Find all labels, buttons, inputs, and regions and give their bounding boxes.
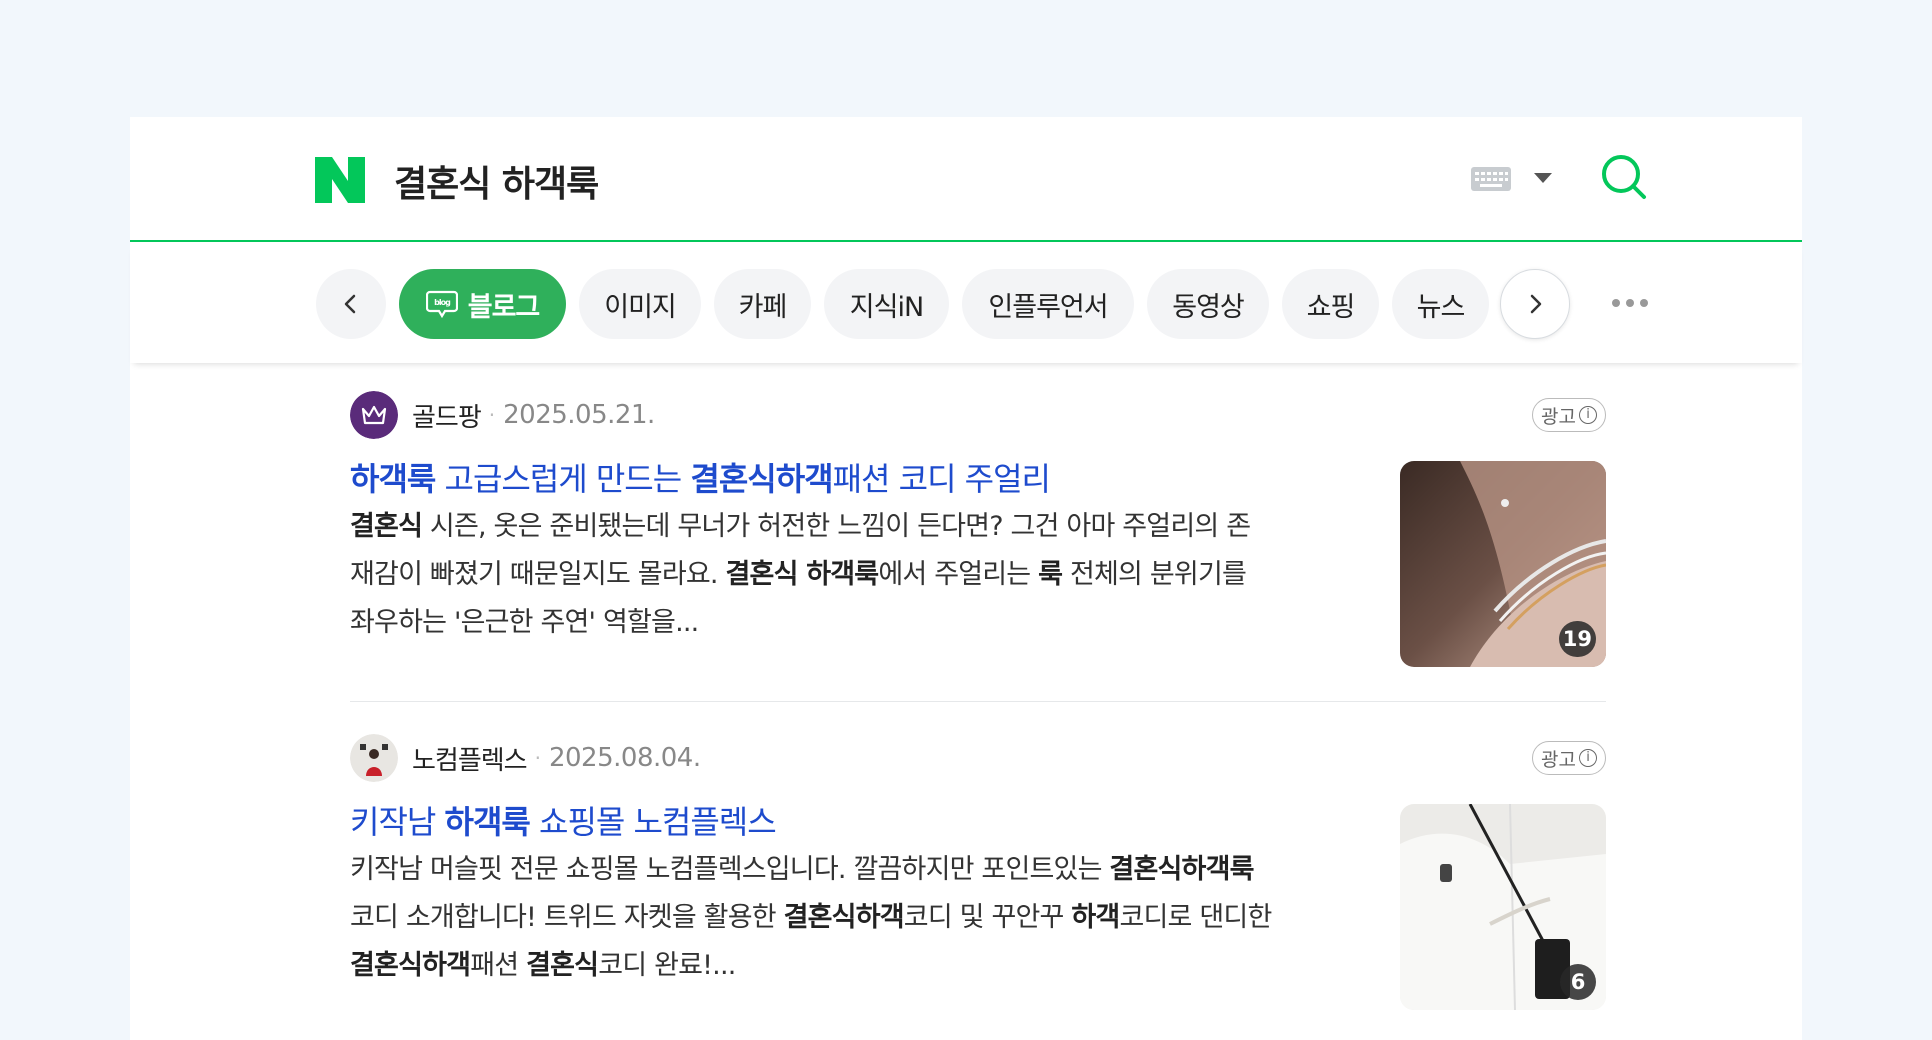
search-header: 결혼식 하객룩 — [130, 117, 1802, 242]
result-thumbnail[interactable]: 6 — [1400, 804, 1606, 1010]
blog-icon: blog — [425, 290, 458, 319]
tab-cafe-label: 카페 — [738, 291, 788, 323]
tab-kin-label: 지식iN — [849, 291, 924, 323]
avatar[interactable] — [350, 734, 398, 782]
profile-photo-icon — [350, 734, 398, 782]
separator-dot: · — [534, 746, 541, 770]
tab-blog[interactable]: blog 블로그 — [399, 269, 566, 339]
title-highlight: 하객룩 — [444, 803, 531, 841]
desc-line: 결혼식 시즌, 옷은 준비됐는데 무너가 허전한 느낌이 든다면? 그건 아마 … — [350, 511, 1251, 542]
chevron-right-icon — [1530, 294, 1542, 314]
tab-images-label: 이미지 — [604, 291, 677, 323]
result-thumbnail[interactable]: 19 — [1400, 461, 1606, 667]
desc-line: 키작남 머슬핏 전문 쇼핑몰 노컴플렉스입니다. 깔끔하지만 포인트있는 결혼식… — [350, 854, 1254, 885]
result-title[interactable]: 키작남 하객룩 쇼핑몰 노컴플렉스 — [350, 797, 777, 843]
desc-line: 재감이 빠졌기 때문일지도 몰라요. 결혼식 하객룩에서 주얼리는 룩 전체의 … — [350, 559, 1247, 590]
tab-shopping-label: 쇼핑 — [1306, 291, 1356, 323]
more-icon[interactable] — [1610, 297, 1650, 309]
title-text: 쇼핑몰 노컴플렉스 — [529, 803, 777, 841]
result-author-row: 노컴플렉스 · 2025.08.04. — [350, 734, 701, 782]
author-name[interactable]: 노컴플렉스 — [412, 740, 528, 777]
tab-influencer[interactable]: 인플루언서 — [962, 269, 1134, 339]
keyboard-dropdown-icon[interactable] — [1534, 173, 1552, 183]
tabs-next-button[interactable] — [1500, 269, 1570, 339]
title-text: 고급스럽게 만드는 — [435, 460, 691, 498]
image-count-badge: 19 — [1558, 621, 1596, 657]
search-result: 골드팡 · 2025.05.21. 광고 i 하객룩 고급스럽게 만드는 결혼식… — [350, 391, 1606, 671]
title-text: 패션 코디 주얼리 — [832, 460, 1051, 498]
crown-icon — [350, 391, 398, 439]
info-icon: i — [1579, 406, 1597, 424]
tab-news[interactable]: 뉴스 — [1392, 269, 1489, 339]
tab-cafe[interactable]: 카페 — [714, 269, 811, 339]
result-description[interactable]: 키작남 머슬핏 전문 쇼핑몰 노컴플렉스입니다. 깔끔하지만 포인트있는 결혼식… — [350, 846, 1370, 990]
ad-label: 광고 — [1541, 748, 1576, 771]
result-author-row: 골드팡 · 2025.05.21. — [350, 391, 655, 439]
tab-video[interactable]: 동영상 — [1147, 269, 1269, 339]
result-title[interactable]: 하객룩 고급스럽게 만드는 결혼식하객패션 코디 주얼리 — [350, 454, 1051, 500]
ad-badge[interactable]: 광고 i — [1532, 741, 1606, 775]
tab-images[interactable]: 이미지 — [579, 269, 701, 339]
title-highlight: 하객룩 — [350, 460, 436, 498]
tab-kin[interactable]: 지식iN — [824, 269, 949, 339]
ad-label: 광고 — [1541, 405, 1576, 428]
title-text: 키작남 — [350, 803, 445, 841]
naver-logo-icon[interactable] — [315, 157, 365, 203]
info-icon: i — [1579, 749, 1597, 767]
desc-line: 결혼식하객패션 결혼식코디 완료!... — [350, 950, 736, 981]
search-query[interactable]: 결혼식 하객룩 — [394, 155, 599, 207]
tab-blog-label: 블로그 — [467, 291, 541, 323]
tabs-prev-button[interactable] — [316, 269, 386, 339]
post-date: 2025.08.04. — [548, 743, 701, 773]
desc-line: 코디 소개합니다! 트위드 자켓을 활용한 결혼식하객코디 및 꾸안꾸 하객코디… — [350, 902, 1272, 933]
tab-influencer-label: 인플루언서 — [988, 291, 1108, 323]
separator-dot: · — [488, 403, 496, 427]
search-icon[interactable] — [1600, 153, 1648, 201]
avatar[interactable] — [350, 391, 398, 439]
keyboard-icon[interactable] — [1471, 167, 1511, 191]
chevron-left-icon — [344, 294, 356, 314]
title-highlight: 결혼식하객 — [690, 460, 833, 498]
desc-line: 좌우하는 '은근한 주연' 역할을... — [350, 607, 699, 638]
ad-badge[interactable]: 광고 i — [1532, 398, 1606, 432]
search-result: 노컴플렉스 · 2025.08.04. 광고 i 키작남 하객룩 쇼핑몰 노컴플… — [350, 734, 1606, 1024]
tab-shopping[interactable]: 쇼핑 — [1282, 269, 1379, 339]
result-description[interactable]: 결혼식 시즌, 옷은 준비됐는데 무너가 허전한 느낌이 든다면? 그건 아마 … — [350, 503, 1370, 647]
image-count-badge: 6 — [1560, 964, 1596, 1000]
post-date: 2025.05.21. — [503, 400, 655, 430]
tab-news-label: 뉴스 — [1416, 291, 1466, 323]
author-name[interactable]: 골드팡 — [412, 397, 482, 434]
tab-video-label: 동영상 — [1172, 291, 1245, 323]
result-divider — [350, 701, 1606, 702]
svg-text:blog: blog — [434, 298, 451, 307]
